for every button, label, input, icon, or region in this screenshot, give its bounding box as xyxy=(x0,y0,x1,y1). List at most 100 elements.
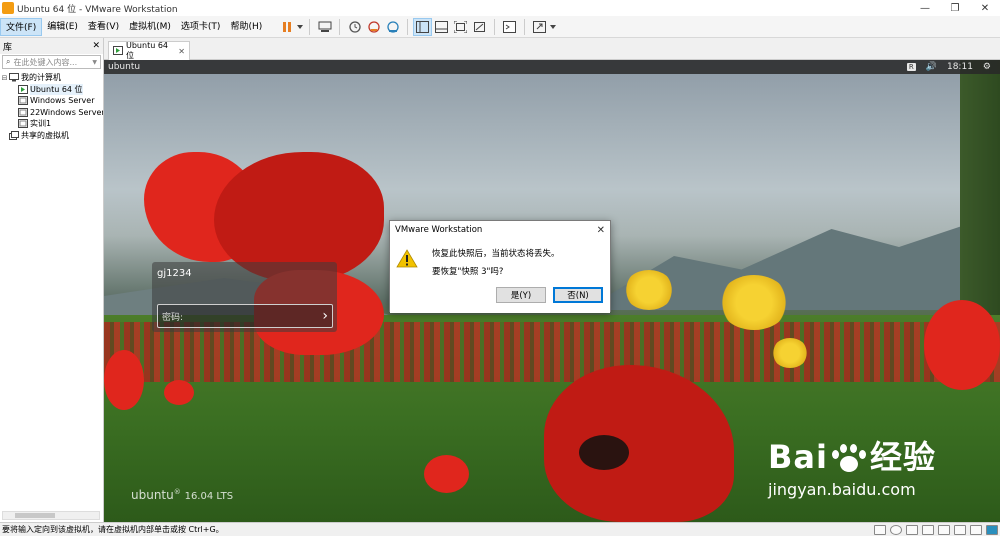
thumbnail-bar-icon[interactable] xyxy=(432,18,451,36)
library-close-icon[interactable]: ✕ xyxy=(92,41,100,51)
search-placeholder: 在此处键入内容... xyxy=(13,57,78,67)
tree-item-label: 实训1 xyxy=(30,119,52,129)
toolbar xyxy=(277,17,557,36)
dialog-close-icon[interactable]: ✕ xyxy=(597,225,605,236)
display-icon[interactable] xyxy=(970,524,982,535)
hdd-icon[interactable] xyxy=(874,524,886,535)
vm-running-icon xyxy=(113,45,123,57)
toolbar-divider xyxy=(524,18,526,35)
login-username[interactable]: gj1234 xyxy=(157,268,192,279)
search-dropdown-icon[interactable]: ▼ xyxy=(92,59,97,66)
dialog-body: 恢复此快照后，当前状态将丢失。 要恢复"快照 3"吗? 是(Y) 否(N) xyxy=(390,239,610,313)
network-icon[interactable] xyxy=(906,524,918,535)
dialog-question: 要恢复"快照 3"吗? xyxy=(432,267,504,277)
dandelion-flower xyxy=(719,275,789,330)
toolbar-divider xyxy=(309,18,311,35)
poppy-flower xyxy=(164,380,194,405)
yes-button[interactable]: 是(Y) xyxy=(496,287,546,303)
tree-item-ubuntu[interactable]: Ubuntu 64 位 xyxy=(0,83,103,96)
pause-icon[interactable] xyxy=(277,18,296,36)
shared-vm-icon xyxy=(9,130,19,140)
system-settings-icon[interactable]: ⚙ xyxy=(983,62,991,72)
poppy-flower xyxy=(104,350,144,410)
menu-view[interactable]: 查看(V) xyxy=(83,18,124,36)
fullscreen-icon[interactable] xyxy=(451,18,470,36)
tree-item-shared-vms[interactable]: 共享的虚拟机 xyxy=(0,130,103,142)
ubuntu-branding: ubuntu® 16.04 LTS xyxy=(131,488,233,502)
dandelion-flower xyxy=(624,270,674,310)
poppy-flower xyxy=(924,300,1000,390)
poppy-center xyxy=(579,435,629,470)
tab-ubuntu[interactable]: Ubuntu 64 位 ✕ xyxy=(108,41,190,60)
stretch-dropdown-icon[interactable] xyxy=(549,18,557,36)
snapshot-manager-icon[interactable] xyxy=(383,18,402,36)
ubuntu-top-panel: ubuntu R 🔊 18:11 ⚙ xyxy=(104,60,1000,74)
sound-icon[interactable] xyxy=(954,524,966,535)
tree-item-22windows-server[interactable]: 22Windows Server xyxy=(0,107,103,119)
revert-snapshot-icon[interactable] xyxy=(364,18,383,36)
poppy-flower xyxy=(424,455,469,493)
tree-item-windows-server[interactable]: Windows Server xyxy=(0,95,103,107)
ubuntu-version: 16.04 LTS xyxy=(184,491,234,502)
baidu-brand-left: Bai xyxy=(768,438,828,476)
snapshot-icon[interactable] xyxy=(345,18,364,36)
restore-button[interactable]: ❐ xyxy=(940,0,970,16)
login-panel: gj1234 密码: › xyxy=(152,262,337,332)
tree-item-label: 我的计算机 xyxy=(21,73,61,83)
cd-icon[interactable] xyxy=(890,524,902,535)
toolbar-divider xyxy=(494,18,496,35)
close-button[interactable]: ✕ xyxy=(970,0,1000,16)
baidu-jingyan-url: jingyan.baidu.com xyxy=(768,480,916,499)
toolbar-divider xyxy=(339,18,341,35)
menu-tabs[interactable]: 选项卡(T) xyxy=(176,18,226,36)
console-icon[interactable] xyxy=(500,18,519,36)
tree-item-label: 22Windows Server xyxy=(30,107,103,117)
pause-dropdown-icon[interactable] xyxy=(296,18,304,36)
login-submit-arrow-icon[interactable]: › xyxy=(322,308,328,324)
keyboard-layout-icon[interactable]: R xyxy=(906,63,916,71)
no-button[interactable]: 否(N) xyxy=(553,287,603,303)
scrollbar-thumb[interactable] xyxy=(15,513,55,518)
vmware-app-icon xyxy=(2,2,14,14)
dandelion-flower xyxy=(772,338,808,368)
tree-item-my-computer[interactable]: ⊟ 我的计算机 xyxy=(0,72,103,84)
tab-close-icon[interactable]: ✕ xyxy=(178,47,185,56)
message-icon[interactable] xyxy=(986,524,998,535)
library-horizontal-scrollbar[interactable] xyxy=(2,511,100,520)
tree-item-label: Ubuntu 64 位 xyxy=(30,83,83,95)
volume-icon[interactable]: 🔊 xyxy=(926,62,937,72)
vm-icon xyxy=(18,119,28,129)
menu-vm[interactable]: 虚拟机(M) xyxy=(124,18,176,36)
statusbar: 要将输入定向到该虚拟机，请在虚拟机内部单击或按 Ctrl+G。 xyxy=(0,522,1000,536)
dialog-titlebar: VMware Workstation ✕ xyxy=(390,221,610,239)
ubuntu-wordmark: ubuntu xyxy=(131,488,174,502)
menu-file[interactable]: 文件(F) xyxy=(0,17,43,36)
menu-edit[interactable]: 编辑(E) xyxy=(42,18,83,36)
unity-icon[interactable] xyxy=(470,18,489,36)
registered-mark: ® xyxy=(173,488,181,496)
tree-item-label: Windows Server xyxy=(30,96,95,106)
usb-icon[interactable] xyxy=(922,524,934,535)
tree-item-shixun1[interactable]: 实训1 xyxy=(0,118,103,130)
send-ctrl-alt-del-icon[interactable] xyxy=(315,18,334,36)
library-title: 库 xyxy=(3,42,13,53)
stretch-icon[interactable] xyxy=(530,18,549,36)
printer-icon[interactable] xyxy=(938,524,950,535)
collapse-icon[interactable]: ⊟ xyxy=(0,74,9,82)
menu-help[interactable]: 帮助(H) xyxy=(225,18,267,36)
dialog-message: 恢复此快照后，当前状态将丢失。 xyxy=(432,249,560,259)
library-search-input[interactable]: ⌕ 在此处键入内容... ▼ xyxy=(2,55,101,69)
vm-tabbar: Ubuntu 64 位 ✕ xyxy=(104,38,1000,60)
search-icon: ⌕ xyxy=(6,57,11,66)
show-library-icon[interactable] xyxy=(413,17,433,36)
menubar: 文件(F) 编辑(E) 查看(V) 虚拟机(M) 选项卡(T) 帮助(H) xyxy=(0,16,1000,38)
background-tree xyxy=(960,60,1000,320)
vm-running-icon xyxy=(18,84,28,94)
vm-icon xyxy=(18,96,28,106)
minimize-button[interactable]: — xyxy=(910,0,940,16)
clock-label[interactable]: 18:11 xyxy=(947,62,973,72)
password-field[interactable]: 密码: › xyxy=(157,304,333,328)
status-message: 要将输入定向到该虚拟机，请在虚拟机内部单击或按 Ctrl+G。 xyxy=(2,525,224,534)
baidu-watermark: Bai 经验 jingyan.baidu.com xyxy=(768,432,936,499)
dialog-title: VMware Workstation xyxy=(395,225,483,235)
